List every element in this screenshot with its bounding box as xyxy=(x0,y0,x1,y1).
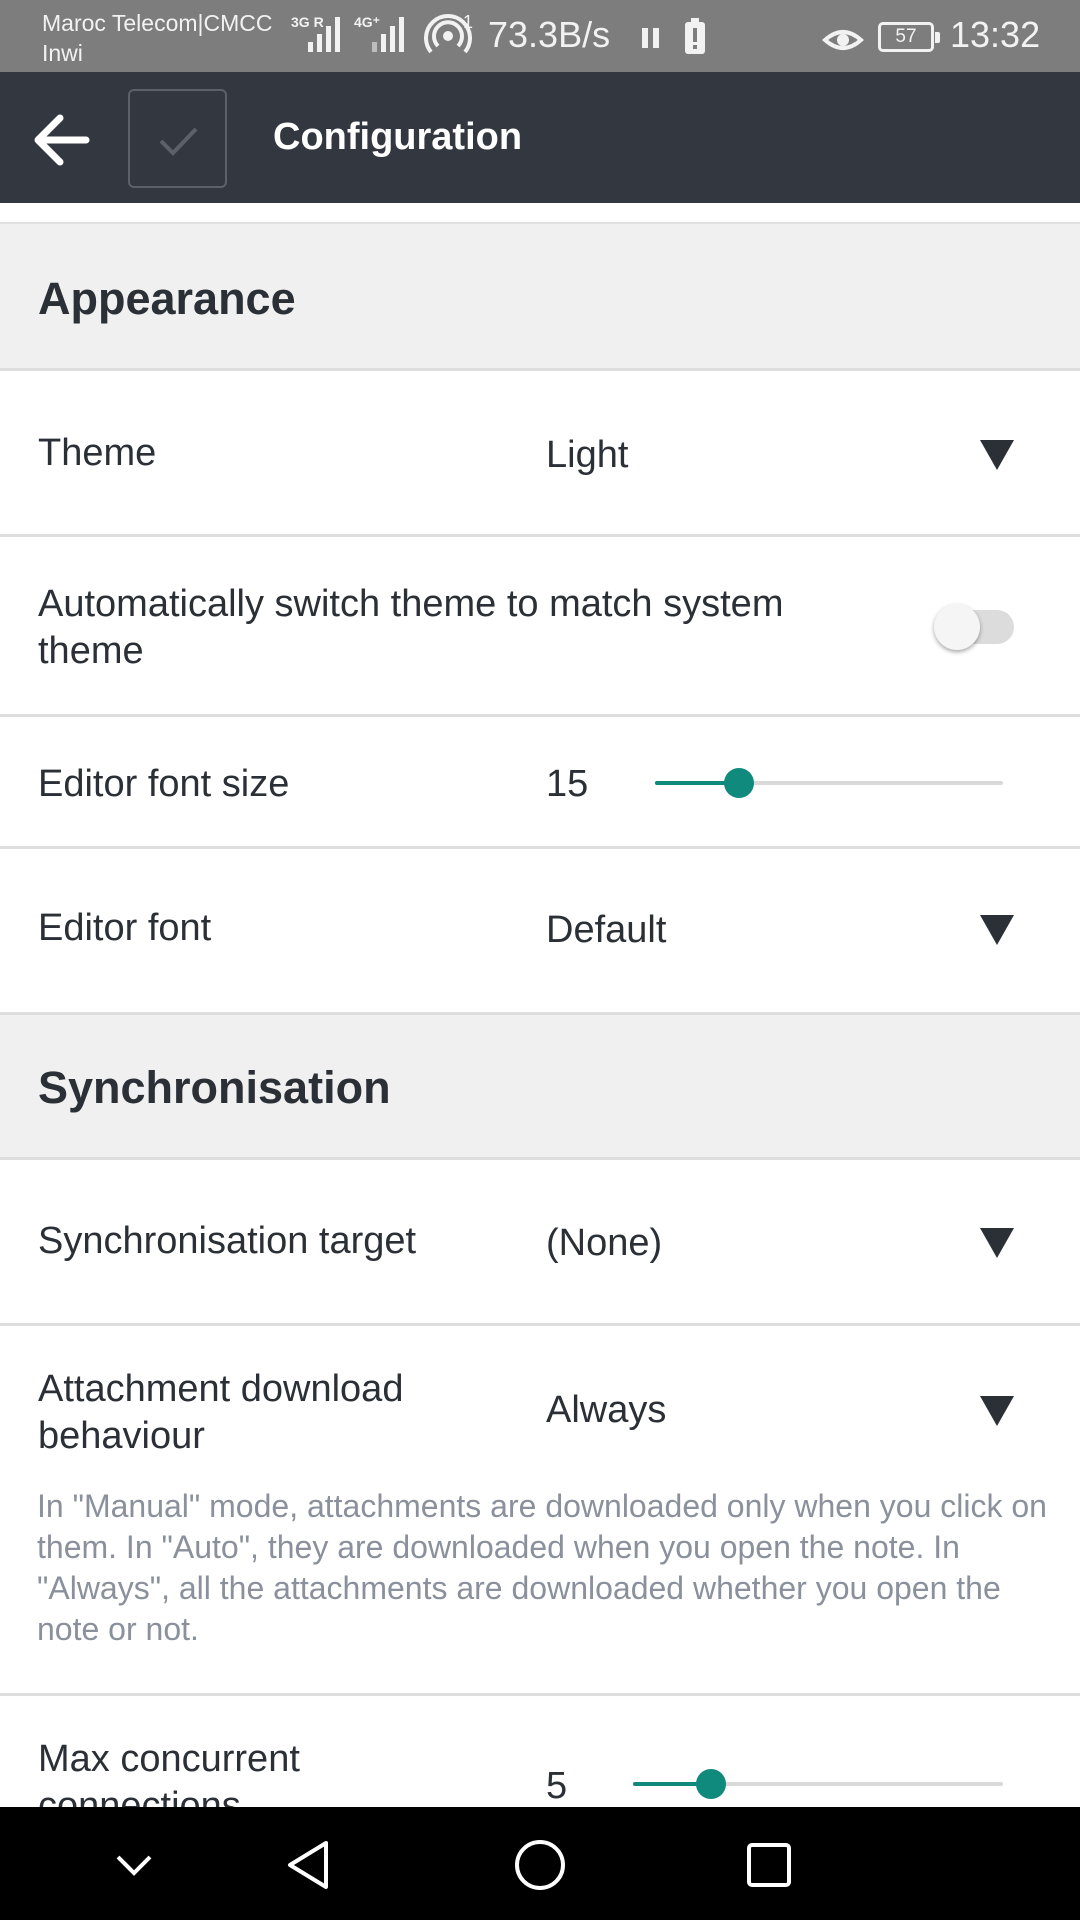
eye-comfort-icon xyxy=(822,30,864,50)
battery-icon: 57 xyxy=(878,22,940,52)
max-connections-value: 5 xyxy=(546,1765,568,1807)
setting-label: Theme xyxy=(38,432,157,474)
pause-icon xyxy=(642,28,659,48)
carrier-name-primary: Maroc Telecom|CMCC xyxy=(42,10,273,36)
triangle-down-icon[interactable] xyxy=(980,1228,1014,1258)
network-speed: 73.3B/s xyxy=(488,14,611,55)
setting-label-line1: Max concurrent xyxy=(38,1738,300,1780)
triangle-down-icon[interactable] xyxy=(980,1396,1014,1426)
section-header-synchronisation: Synchronisation xyxy=(0,1015,1080,1160)
toggle-knob xyxy=(934,604,980,650)
attachment-download-setting[interactable]: Attachment download behaviour Always In … xyxy=(0,1326,1080,1696)
hotspot-count: 1 xyxy=(463,12,474,32)
max-connections-slider[interactable] xyxy=(633,1769,1003,1799)
chevron-down-icon[interactable] xyxy=(104,1835,164,1895)
setting-label: Editor font xyxy=(38,907,212,949)
setting-description: In "Manual" mode, attachments are downlo… xyxy=(37,1488,1047,1647)
page-title: Configuration xyxy=(273,116,523,158)
slider-thumb[interactable] xyxy=(723,768,754,798)
section-title: Appearance xyxy=(38,273,296,324)
signal-strength-icon xyxy=(308,17,340,52)
auto-switch-toggle[interactable] xyxy=(934,604,1014,650)
editor-font-size-setting[interactable]: Editor font size 15 xyxy=(0,717,1080,849)
square-recents-icon[interactable] xyxy=(739,1835,799,1895)
editor-font-dropdown[interactable]: Default xyxy=(546,909,666,952)
auto-switch-theme-setting[interactable]: Automatically switch theme to match syst… xyxy=(0,537,1080,717)
setting-label: Max concurrent connections xyxy=(38,1736,300,1807)
setting-label: Synchronisation target xyxy=(38,1220,417,1262)
theme-setting[interactable]: Theme Light xyxy=(0,371,1080,537)
editor-font-setting[interactable]: Editor font Default xyxy=(0,849,1080,1015)
attachment-dropdown[interactable]: Always xyxy=(546,1389,666,1432)
section-header-appearance: Appearance xyxy=(0,224,1080,371)
setting-label-line2: theme xyxy=(38,630,144,672)
status-bar: Maroc Telecom|CMCC Inwi 3G R 4G⁺ 1 73.3B… xyxy=(0,0,1080,72)
slider-thumb[interactable] xyxy=(695,1769,726,1799)
setting-label: Editor font size xyxy=(38,763,290,805)
setting-label-line2: connections xyxy=(38,1785,241,1807)
signal-strength-icon-2 xyxy=(372,17,404,52)
triangle-down-icon[interactable] xyxy=(980,915,1014,945)
setting-label-line1: Attachment download xyxy=(38,1368,404,1410)
clock: 13:32 xyxy=(950,14,1041,55)
carrier-name-secondary: Inwi xyxy=(42,40,83,66)
checkmark-icon xyxy=(159,127,198,156)
triangle-back-icon[interactable] xyxy=(278,1835,338,1895)
max-connections-setting[interactable]: Max concurrent connections 5 xyxy=(0,1696,1080,1807)
section-title: Synchronisation xyxy=(38,1062,391,1113)
setting-label-line2: behaviour xyxy=(38,1415,205,1457)
settings-list[interactable]: Appearance Theme Light Automatically swi… xyxy=(0,203,1080,1807)
system-nav-bar xyxy=(0,1807,1080,1920)
theme-dropdown[interactable]: Light xyxy=(546,434,628,477)
save-button[interactable] xyxy=(128,89,227,188)
divider xyxy=(0,203,1080,224)
setting-label-line1: Automatically switch theme to match syst… xyxy=(38,583,784,625)
sync-target-setting[interactable]: Synchronisation target (None) xyxy=(0,1160,1080,1326)
circle-home-icon[interactable] xyxy=(510,1835,570,1895)
font-size-slider[interactable] xyxy=(655,768,1003,798)
arrow-left-icon xyxy=(34,114,90,166)
carrier-info: Maroc Telecom|CMCC Inwi xyxy=(42,8,272,68)
app-bar: Configuration xyxy=(0,72,1080,203)
back-button[interactable] xyxy=(26,102,98,174)
setting-label: Automatically switch theme to match syst… xyxy=(38,581,783,675)
sync-target-dropdown[interactable]: (None) xyxy=(546,1222,662,1265)
alert-icon xyxy=(685,18,705,54)
setting-label: Attachment download behaviour xyxy=(38,1366,403,1460)
font-size-value: 15 xyxy=(546,763,589,805)
triangle-down-icon[interactable] xyxy=(980,440,1014,470)
